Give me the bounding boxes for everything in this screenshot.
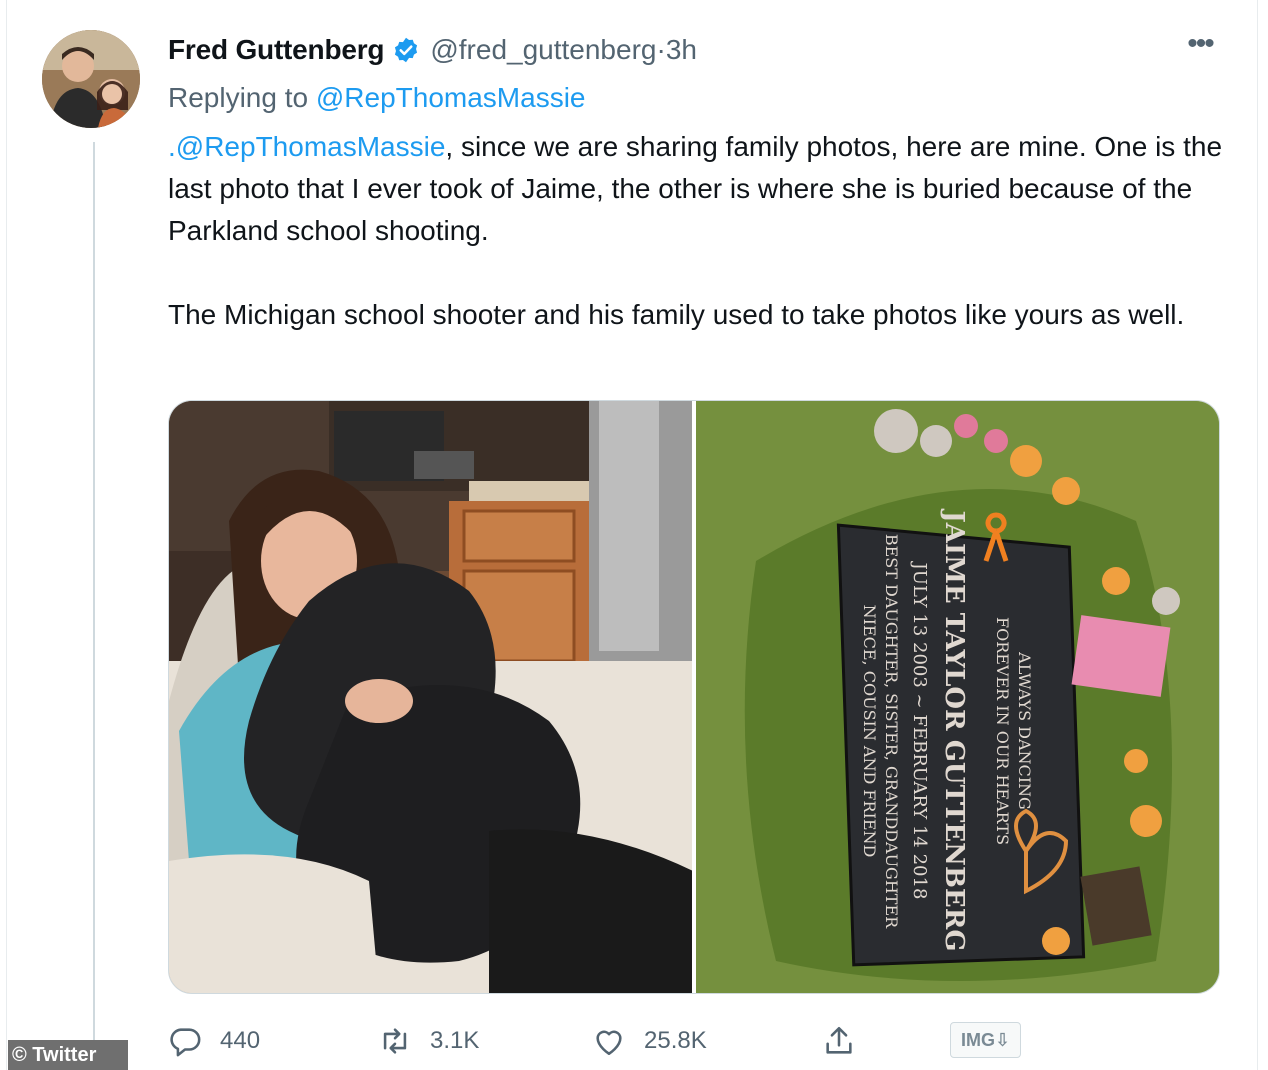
like-button[interactable]: 25.8K (592, 1018, 707, 1064)
author-name[interactable]: Fred Guttenberg (168, 34, 385, 66)
verified-badge-icon (392, 36, 420, 64)
reply-icon (168, 1024, 202, 1058)
reply-button[interactable]: 440 (168, 1018, 260, 1064)
tweet-paragraph-2: The Michigan school shooter and his fami… (168, 299, 1185, 330)
like-count: 25.8K (644, 1027, 707, 1054)
replying-prefix: Replying to (168, 82, 316, 113)
img-download-badge[interactable]: IMG⇩ (950, 1022, 1022, 1058)
retweet-count: 3.1K (430, 1027, 480, 1054)
gravestone-photo[interactable]: ALWAYS DANCING FOREVER IN OUR HEARTS JAI… (696, 401, 1219, 993)
gravestone-line-3: JAIME TAYLOR GUTTENBERG (939, 508, 969, 951)
girl-with-dog-photo[interactable] (169, 401, 692, 993)
tweet-actions: 440 3.1K 25.8K (168, 1018, 1068, 1064)
meta-separator: · (656, 34, 666, 65)
tweet-header: Fred Guttenberg @fred_guttenberg · 3h (168, 30, 697, 70)
tweet-timestamp[interactable]: 3h (666, 34, 697, 66)
author-avatar[interactable] (42, 30, 140, 128)
share-button[interactable] (822, 1018, 856, 1064)
body-mention-link[interactable]: .@RepThomasMassie (168, 131, 445, 162)
thread-line (93, 142, 95, 1070)
twitter-watermark: © Twitter (8, 1040, 128, 1070)
gravestone-line-2: FOREVER IN OUR HEARTS (993, 617, 1012, 845)
gravestone-line-6: NIECE, COUSIN AND FRIEND (860, 605, 879, 858)
author-handle[interactable]: @fred_guttenberg (430, 34, 656, 66)
gravestone-line-1: ALWAYS DANCING (1015, 651, 1034, 810)
share-icon (822, 1024, 856, 1058)
retweet-button[interactable]: 3.1K (378, 1018, 479, 1064)
tweet-paragraph-1: .@RepThomasMassie, since we are sharing … (168, 126, 1228, 252)
retweet-icon (378, 1024, 412, 1058)
more-options-icon[interactable]: ••• (1180, 29, 1220, 68)
replying-to-line: Replying to @RepThomasMassie (168, 82, 586, 114)
gravestone-line-4: JULY 13 2003 ~ FEBRUARY 14 2018 (909, 561, 930, 900)
gravestone-line-5: BEST DAUGHTER, SISTER, GRANDDAUGHTER (882, 534, 901, 929)
tweet-media: ALWAYS DANCING FOREVER IN OUR HEARTS JAI… (168, 400, 1220, 994)
tweet-text: .@RepThomasMassie, since we are sharing … (168, 126, 1228, 336)
heart-icon (592, 1024, 626, 1058)
reply-count: 440 (220, 1027, 261, 1054)
replying-to-mention-link[interactable]: @RepThomasMassie (316, 82, 586, 113)
